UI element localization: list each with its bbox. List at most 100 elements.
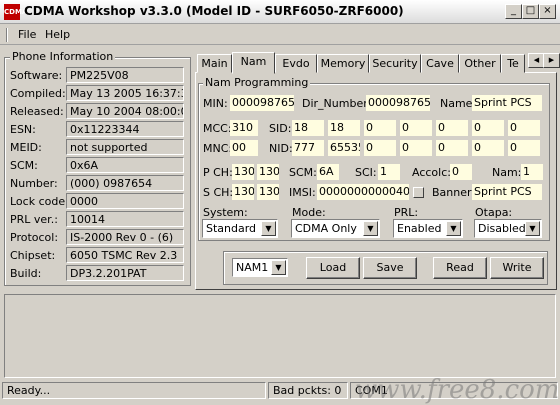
pch-field-1[interactable]: 130 <box>232 164 254 180</box>
name-field[interactable]: Sprint PCS <box>472 95 542 111</box>
sid-field-1[interactable]: 18 <box>292 120 324 136</box>
dir-number-field[interactable]: 0000987654 <box>366 95 430 111</box>
app-icon: CDMA <box>4 4 27 20</box>
sid-field-3[interactable]: 0 <box>364 120 396 136</box>
minimize-button[interactable]: _ <box>505 4 522 19</box>
nam-select[interactable]: NAM1 ▼ <box>232 258 288 277</box>
save-button[interactable]: Save <box>363 257 417 279</box>
sid-field-6[interactable]: 0 <box>472 120 504 136</box>
dir-number-label: Dir_Number: <box>302 97 372 110</box>
menu-bar: File Help <box>0 25 560 45</box>
info-label-meid: MEID: <box>10 141 42 154</box>
info-value-meid: not supported <box>66 139 184 155</box>
sci-label: SCI: <box>355 166 377 179</box>
status-bad-packets: Bad pckts: 0 <box>268 382 348 399</box>
tab-other[interactable]: Other <box>459 54 501 73</box>
sid-field-4[interactable]: 0 <box>400 120 432 136</box>
info-value-prl-ver: 10014 <box>66 211 184 227</box>
chevron-down-icon[interactable]: ▼ <box>261 221 276 236</box>
nid-field-5[interactable]: 0 <box>436 140 468 156</box>
chevron-down-icon[interactable]: ▼ <box>363 221 378 236</box>
sid-field-2[interactable]: 18 <box>328 120 360 136</box>
system-select-value: Standard <box>206 222 257 235</box>
scm-field[interactable]: 6A <box>317 164 339 180</box>
info-label-lock-code: Lock code: <box>10 195 69 208</box>
tab-security[interactable]: Security <box>369 54 421 73</box>
min-field[interactable]: 0000987654 <box>230 95 294 111</box>
sid-field-5[interactable]: 0 <box>436 120 468 136</box>
tab-main[interactable]: Main <box>197 54 232 73</box>
nid-field-1[interactable]: 777 <box>292 140 324 156</box>
sch-field-1[interactable]: 130 <box>232 184 254 200</box>
nid-field-4[interactable]: 0 <box>400 140 432 156</box>
name-label: Name: <box>440 97 477 110</box>
info-label-protocol: Protocol: <box>10 231 59 244</box>
prl-select-value: Enabled <box>397 222 442 235</box>
info-value-scm: 0x6A <box>66 157 184 173</box>
chevron-down-icon[interactable]: ▼ <box>446 221 461 236</box>
pch-field-2[interactable]: 130 <box>257 164 279 180</box>
nid-field-6[interactable]: 0 <box>472 140 504 156</box>
nam-label: Nam: <box>492 166 522 179</box>
info-label-chipset: Chipset: <box>10 249 56 262</box>
tab-te[interactable]: Te <box>501 54 525 73</box>
chevron-down-icon[interactable]: ▼ <box>271 260 286 275</box>
system-select[interactable]: Standard ▼ <box>202 219 278 238</box>
sci-field[interactable]: 1 <box>378 164 400 180</box>
nid-field-7[interactable]: 0 <box>508 140 540 156</box>
info-value-chipset: 6050 TSMC Rev 2.3 <box>66 247 184 263</box>
info-label-esn: ESN: <box>10 123 36 136</box>
log-area[interactable] <box>4 294 556 378</box>
tab-evdo[interactable]: Evdo <box>275 54 317 73</box>
chevron-down-icon[interactable]: ▼ <box>525 221 540 236</box>
otapa-select[interactable]: Disabled ▼ <box>474 219 542 238</box>
nam-field[interactable]: 1 <box>521 164 543 180</box>
nid-field-2[interactable]: 65535 <box>328 140 360 156</box>
info-label-released: Released: <box>10 105 64 118</box>
imsi-edit-button[interactable] <box>413 187 424 198</box>
write-button[interactable]: Write <box>490 257 544 279</box>
otapa-select-value: Disabled <box>478 222 526 235</box>
sid-field-7[interactable]: 0 <box>508 120 540 136</box>
info-label-software: Software: <box>10 69 63 82</box>
tab-scroll-right-icon[interactable]: ▶ <box>543 53 560 68</box>
system-label: System: <box>203 206 248 219</box>
nid-field-3[interactable]: 0 <box>364 140 396 156</box>
title-bar: CDMA CDMA Workshop v3.3.0 (Model ID - SU… <box>0 0 560 24</box>
load-button[interactable]: Load <box>306 257 360 279</box>
info-value-protocol: IS-2000 Rev 0 - (6) <box>66 229 184 245</box>
imsi-label: IMSI: <box>289 186 316 199</box>
read-button[interactable]: Read <box>433 257 487 279</box>
prl-select[interactable]: Enabled ▼ <box>393 219 463 238</box>
pch-label: P CH: <box>203 166 233 179</box>
accolc-field[interactable]: 0 <box>450 164 472 180</box>
mcc-label: MCC: <box>203 122 232 135</box>
mnc-label: MNC: <box>203 142 233 155</box>
info-value-number: (000) 0987654 <box>66 175 184 191</box>
tab-memory[interactable]: Memory <box>317 54 369 73</box>
phone-info-title: Phone Information <box>10 50 116 63</box>
prl-label: PRL: <box>394 206 419 219</box>
info-value-compiled: May 13 2005 16:37:30 <box>66 85 184 101</box>
tab-cave[interactable]: Cave <box>421 54 459 73</box>
mnc-field[interactable]: 00 <box>230 140 258 156</box>
mode-select[interactable]: CDMA Only ▼ <box>291 219 380 238</box>
info-value-esn: 0x11223344 <box>66 121 184 137</box>
banner-label: Banner: <box>432 186 476 199</box>
sch-field-2[interactable]: 130 <box>257 184 279 200</box>
status-ready: Ready... <box>2 382 266 399</box>
mode-select-value: CDMA Only <box>295 222 357 235</box>
maximize-button[interactable]: □ <box>522 4 539 19</box>
info-value-lock-code: 0000 <box>66 193 184 209</box>
mcc-field[interactable]: 310 <box>230 120 258 136</box>
sid-label: SID: <box>269 122 292 135</box>
menu-file[interactable]: File <box>18 28 36 41</box>
banner-field[interactable]: Sprint PCS <box>472 184 542 200</box>
mode-label: Mode: <box>292 206 326 219</box>
tab-nam[interactable]: Nam <box>232 52 275 74</box>
scm-label: SCM: <box>289 166 317 179</box>
close-button[interactable]: × <box>539 4 556 19</box>
info-value-software: PM225V08 <box>66 67 184 83</box>
imsi-field[interactable]: 000000000004020 <box>317 184 409 200</box>
menu-help[interactable]: Help <box>45 28 70 41</box>
